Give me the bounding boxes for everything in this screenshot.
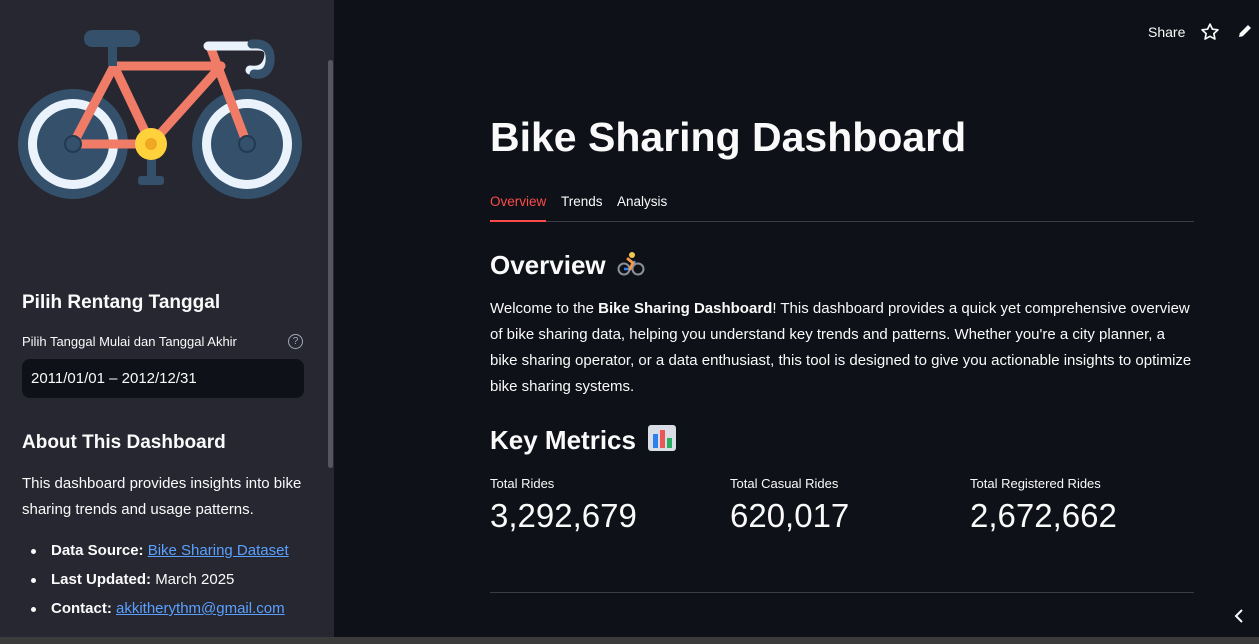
info-list: Data Source: Bike Sharing Dataset Last U… [22, 539, 289, 626]
intro-paragraph: Welcome to the Bike Sharing Dashboard! T… [490, 296, 1196, 400]
app-root: Pilih Rentang Tanggal Pilih Tanggal Mula… [0, 0, 1259, 644]
about-title: About This Dashboard [22, 432, 226, 453]
date-range-label: Pilih Tanggal Mulai dan Tanggal Akhir [22, 334, 237, 349]
cyclist-emoji [617, 252, 645, 276]
metrics-heading: Key Metrics [490, 424, 677, 456]
sidebar-scrollbar[interactable] [328, 60, 333, 468]
metric-value: 620,017 [730, 497, 850, 534]
pencil-icon[interactable] [1236, 22, 1254, 40]
page-title: Bike Sharing Dashboard [490, 114, 967, 160]
metric-label: Total Casual Rides [730, 476, 839, 491]
metric-value: 3,292,679 [490, 497, 637, 534]
share-button[interactable]: Share [1148, 24, 1185, 40]
star-icon[interactable] [1200, 22, 1220, 42]
metrics-heading-text: Key Metrics [490, 425, 636, 455]
divider [490, 592, 1194, 593]
tab-trends[interactable]: Trends [561, 194, 603, 222]
overview-heading-text: Overview [490, 250, 606, 280]
intro-bold: Bike Sharing Dashboard [598, 300, 773, 317]
metric-label: Total Registered Rides [970, 476, 1101, 491]
list-item: Contact: akkitherythm@gmail.com [22, 597, 289, 626]
bar-chart-emoji [648, 425, 677, 451]
overview-heading: Overview [490, 249, 645, 281]
date-range-input[interactable]: 2011/01/01 – 2012/12/31 [22, 359, 304, 398]
list-item: Last Updated: March 2025 [22, 568, 289, 597]
contact-link[interactable]: akkitherythm@gmail.com [116, 600, 285, 617]
info-key: Last Updated: [51, 571, 152, 588]
tab-bar: Overview Trends Analysis [490, 192, 1194, 222]
intro-text-start: Welcome to the [490, 300, 599, 317]
info-value: March 2025 [155, 571, 235, 588]
chevron-left-icon[interactable] [1232, 608, 1246, 624]
info-key: Contact: [51, 600, 112, 617]
tab-analysis[interactable]: Analysis [617, 194, 667, 222]
sidebar: Pilih Rentang Tanggal Pilih Tanggal Mula… [0, 0, 334, 644]
date-range-title: Pilih Rentang Tanggal [22, 292, 221, 313]
metric-total-rides: Total Rides 3,292,679 [490, 476, 720, 535]
metric-registered-rides: Total Registered Rides 2,672,662 [970, 476, 1200, 535]
help-icon[interactable]: ? [288, 334, 303, 349]
metric-value: 2,672,662 [970, 497, 1117, 534]
data-source-link[interactable]: Bike Sharing Dataset [148, 542, 289, 559]
metric-label: Total Rides [490, 476, 555, 491]
info-key: Data Source: [51, 542, 144, 559]
tab-overview[interactable]: Overview [490, 194, 547, 222]
list-item: Data Source: Bike Sharing Dataset [22, 539, 289, 568]
about-text: This dashboard provides insights into bi… [22, 475, 302, 518]
bottom-bar [0, 637, 1259, 644]
bicycle-icon [18, 30, 302, 199]
metric-casual-rides: Total Casual Rides 620,017 [730, 476, 960, 535]
